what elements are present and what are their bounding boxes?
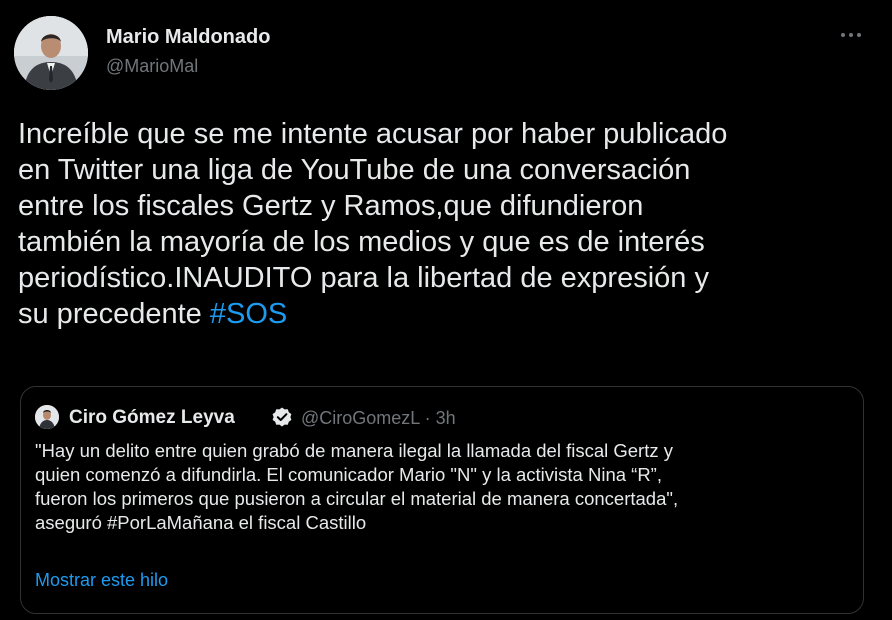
quoted-text-line: fueron los primeros que pusieron a circu… [35,488,679,509]
show-thread-link[interactable]: Mostrar este hilo [35,570,168,591]
tweet-text-line: su precedente [18,298,210,330]
quoted-avatar-photo [35,405,59,429]
quoted-timestamp[interactable]: 3h [436,408,456,428]
tweet-text-last-line: su precedente #SOS [18,296,878,332]
avatar-photo [14,16,88,90]
quoted-text-line: aseguró #PorLaMañana el fiscal Castillo [35,512,367,533]
author-name[interactable]: Mario Maldonado [106,26,270,49]
quoted-author-handle[interactable]: @CiroGomezL [301,408,420,428]
quoted-author-name[interactable]: Ciro Gómez Leyva [69,407,235,429]
more-options-button[interactable] [836,24,866,46]
quoted-text-line: "Hay un delito entre quien grabó de mane… [35,440,673,461]
more-horizontal-icon [841,33,861,37]
hashtag-link[interactable]: #SOS [210,298,287,330]
tweet-text: Increíble que se me intente acusar por h… [18,116,878,332]
tweet-text-line: periodístico.INAUDITO para la libertad d… [18,262,709,294]
tweet-text-line: entre los fiscales Gertz y Ramos,que dif… [18,190,644,222]
verified-badge-icon [271,406,293,428]
quoted-text-line: quien comenzó a difundirla. El comunicad… [35,464,662,485]
author-avatar[interactable] [14,16,88,90]
tweet-text-line: en Twitter una liga de YouTube de una co… [18,154,691,186]
tweet-text-line: también la mayoría de los medios y que e… [18,226,705,258]
quoted-tweet-text: "Hay un delito entre quien grabó de mane… [35,439,845,535]
author-handle[interactable]: @MarioMal [106,56,198,77]
quoted-meta: @CiroGomezL · 3h [301,408,456,429]
meta-separator: · [424,408,431,428]
quoted-tweet-card[interactable]: Ciro Gómez Leyva @CiroGomezL · 3h "Hay u… [20,386,864,614]
tweet-text-line: Increíble que se me intente acusar por h… [18,118,728,150]
quoted-author-avatar[interactable] [35,405,59,429]
